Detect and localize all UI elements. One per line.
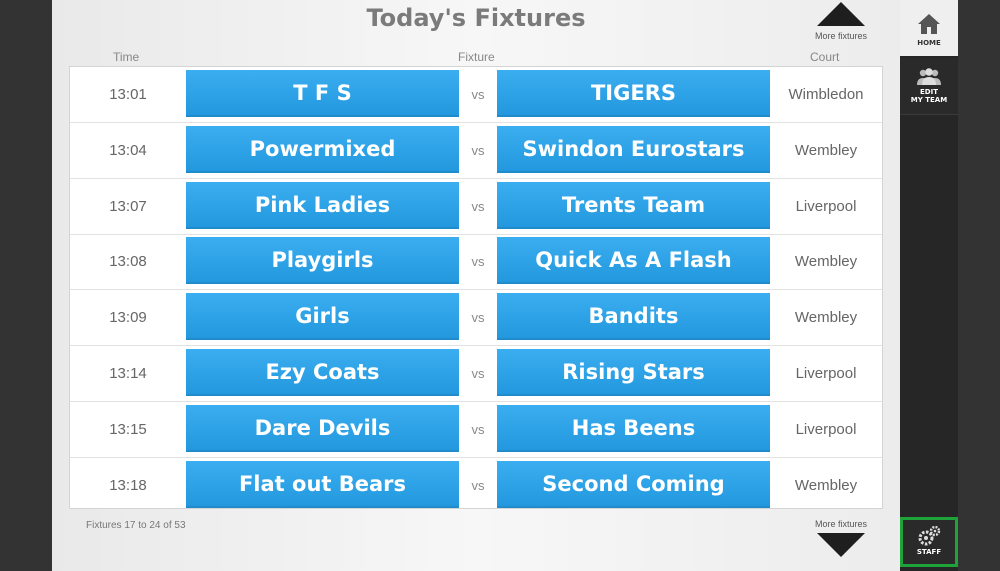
fixture-time: 13:04 [109, 141, 147, 159]
home-team-button[interactable]: T F S [186, 70, 459, 117]
triangle-up-icon [817, 2, 865, 26]
fixture-row: 13:15 Dare Devils vs Has Beens Liverpool [70, 402, 882, 458]
edit-nav-label-line1: EDIT [920, 88, 938, 96]
vs-label: vs [471, 477, 485, 493]
home-team-button[interactable]: Flat out Bears [186, 460, 459, 508]
home-team-button[interactable]: Playgirls [186, 237, 459, 285]
away-team-button[interactable]: Trents Team [497, 181, 770, 229]
vs-label: vs [471, 310, 485, 326]
vs-label: vs [471, 142, 485, 158]
home-team-button[interactable]: Girls [186, 293, 459, 341]
edit-nav-label-line2: MY TEAM [910, 96, 948, 104]
home-nav-label: HOME [917, 39, 941, 47]
fixture-row: 13:09 Girls vs Bandits Wembley [70, 290, 882, 347]
staff-nav-label: STAFF [916, 548, 942, 556]
fixture-row: 13:14 Ezy Coats vs Rising Stars Liverpoo… [70, 346, 882, 402]
fixture-court: Liverpool [795, 420, 857, 438]
fixture-court: Liverpool [795, 197, 857, 215]
screen-edge [958, 0, 1000, 571]
vs-label: vs [471, 87, 485, 102]
more-fixtures-up-button[interactable]: More fixtures [801, 2, 881, 41]
away-team-button[interactable]: Bandits [497, 293, 770, 341]
vs-label: vs [471, 198, 485, 214]
more-fixtures-label: More fixtures [814, 31, 867, 41]
away-team-button[interactable]: TIGERS [497, 70, 770, 117]
fixture-row: 13:18 Flat out Bears vs Second Coming We… [70, 458, 882, 514]
home-team-button[interactable]: Powermixed [186, 125, 459, 173]
column-header-fixture: Fixture [458, 50, 495, 64]
away-team-button[interactable]: Second Coming [497, 460, 770, 508]
away-team-button[interactable]: Has Beens [497, 404, 770, 452]
fixture-time: 13:01 [109, 86, 147, 103]
sidebar: HOME EDIT MY TEAM STAFF [900, 0, 958, 571]
fixtures-table: 13:01 T F S vs TIGERS Wimbledon 13:04 Po… [69, 66, 883, 509]
fixture-time: 13:18 [109, 476, 147, 494]
fixture-court: Wembley [794, 476, 858, 494]
fixture-row: 13:08 Playgirls vs Quick As A Flash Wemb… [70, 234, 882, 291]
fixture-time: 13:08 [109, 253, 147, 271]
edit-my-team-nav-button[interactable]: EDIT MY TEAM [900, 58, 958, 115]
column-header-court: Court [810, 50, 840, 64]
home-icon [918, 14, 940, 34]
fixture-time: 13:15 [109, 420, 147, 438]
home-team-button[interactable]: Pink Ladies [186, 181, 459, 229]
vs-label: vs [471, 421, 485, 437]
fixture-row: 13:07 Pink Ladies vs Trents Team Liverpo… [70, 179, 882, 235]
fixture-time: 13:07 [109, 197, 147, 215]
people-icon [917, 68, 941, 85]
fixture-time: 13:14 [109, 365, 147, 382]
triangle-down-icon [817, 533, 865, 557]
fixture-court: Liverpool [795, 365, 857, 382]
more-fixtures-down-button[interactable]: More fixtures [801, 519, 881, 557]
fixture-court: Wembley [794, 141, 858, 159]
away-team-button[interactable]: Quick As A Flash [497, 237, 770, 285]
pager-status: Fixtures 17 to 24 of 53 [86, 520, 186, 531]
vs-label: vs [471, 366, 485, 381]
fixture-court: Wimbledon [788, 86, 864, 103]
away-team-button[interactable]: Swindon Eurostars [497, 125, 770, 173]
main-panel: Today's Fixtures More fixtures Time Fixt… [52, 0, 900, 571]
away-team-button[interactable]: Rising Stars [497, 349, 770, 396]
fixture-time: 13:09 [109, 309, 147, 327]
fixture-court: Wembley [794, 253, 858, 271]
home-team-button[interactable]: Ezy Coats [186, 349, 459, 396]
fixture-row: 13:04 Powermixed vs Swindon Eurostars We… [70, 123, 882, 179]
column-header-time: Time [113, 50, 140, 64]
home-nav-button[interactable]: HOME [900, 0, 958, 56]
fixture-row: 13:01 T F S vs TIGERS Wimbledon [70, 67, 882, 123]
page-title: Today's Fixtures [366, 4, 586, 32]
vs-label: vs [471, 254, 485, 270]
staff-nav-button[interactable]: STAFF [900, 517, 958, 567]
fixture-court: Wembley [794, 309, 858, 327]
gears-icon [918, 525, 941, 546]
more-fixtures-label: More fixtures [814, 519, 867, 529]
home-team-button[interactable]: Dare Devils [186, 404, 459, 452]
